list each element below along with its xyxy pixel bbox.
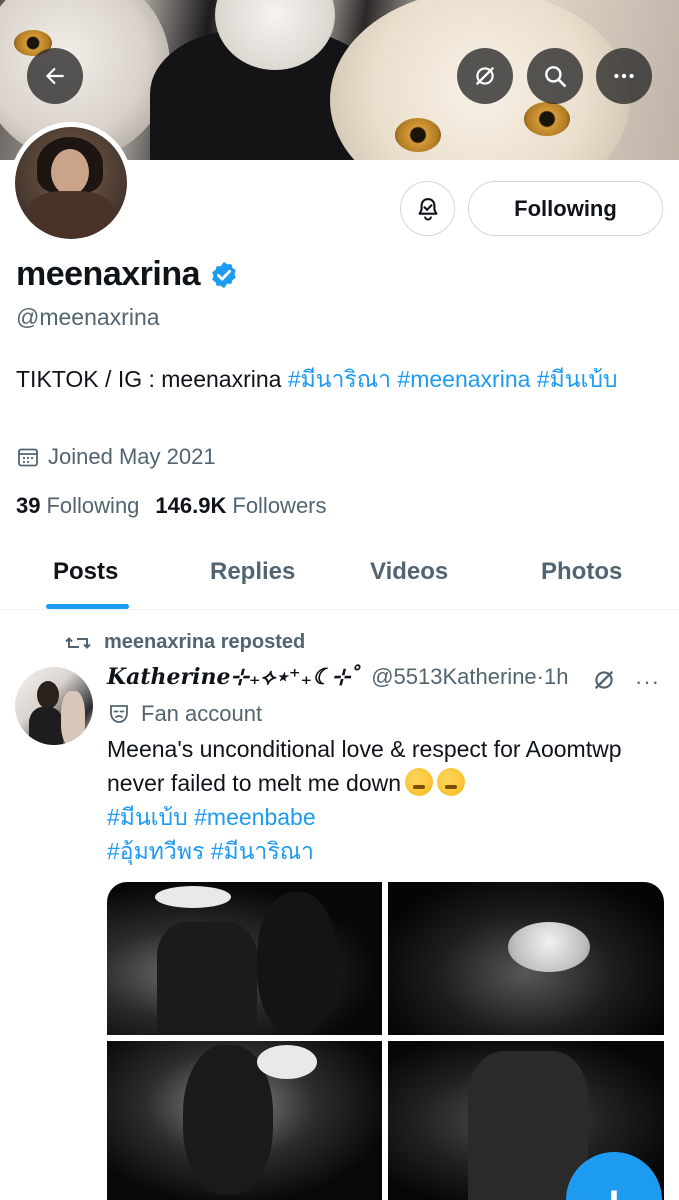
search-icon: [545, 66, 567, 88]
photo-figure-suit: [157, 922, 257, 1035]
avatar-figure-second: [61, 691, 85, 745]
post-author-handle[interactable]: @5513Katherine: [371, 664, 536, 690]
active-tab-indicator: [46, 604, 129, 609]
avatar-figure-head: [37, 681, 59, 709]
post-time[interactable]: ·1h: [537, 664, 569, 690]
follow-stats: 39 Following 146.9K Followers: [16, 493, 343, 519]
tab-photos[interactable]: Photos: [541, 558, 622, 586]
repost-icon: [65, 636, 91, 649]
bio-hashtags[interactable]: #มีนาริณา #meenaxrina #มีนเบ้บ: [288, 366, 618, 392]
photo-figure-suit: [468, 1051, 588, 1200]
melting-face-emoji: [405, 768, 434, 796]
avatar-figure-body: [29, 707, 63, 745]
profile-bio: TIKTOK / IG : meenaxrina #มีนาริณา #meen…: [16, 362, 666, 396]
display-name: meenaxrina: [16, 255, 239, 294]
repost-label: meenaxrina reposted: [104, 631, 306, 653]
post-author-avatar[interactable]: [15, 667, 93, 745]
photo-figure-hat: [257, 1045, 317, 1079]
post-photo-2[interactable]: [388, 882, 664, 1035]
post-photo-3[interactable]: [107, 1041, 382, 1200]
tab-videos[interactable]: Videos: [370, 558, 448, 586]
more-horizontal-icon: [614, 73, 634, 79]
melting-face-emoji: [437, 768, 466, 796]
back-button[interactable]: [27, 48, 83, 104]
following-count-link[interactable]: 39 Following: [16, 493, 139, 519]
following-label: Following: [46, 493, 140, 518]
display-name-text: meenaxrina: [16, 255, 201, 293]
banner-cat-eye: [395, 118, 441, 152]
search-button[interactable]: [527, 48, 583, 104]
followers-count-link[interactable]: 146.9K Followers: [155, 493, 326, 519]
post-author-name[interactable]: 𝑲𝒂𝒕𝒉𝒆𝒓𝒊𝒏𝒆⊹₊⟡⋆⁺₊☾⊹˚: [107, 664, 361, 690]
photo-figure-hair: [257, 892, 337, 1035]
tab-replies[interactable]: Replies: [210, 558, 295, 586]
post-text: Meena's unconditional love & respect for…: [107, 736, 622, 796]
profile-tabs: Posts Replies Videos Photos: [0, 540, 679, 610]
post-photo-1[interactable]: [107, 882, 382, 1035]
photo-figure-hat: [155, 886, 231, 908]
joined-date: Joined May 2021: [16, 444, 216, 470]
profile-handle: @meenaxrina: [16, 304, 160, 330]
verified-badge-icon[interactable]: [209, 260, 239, 290]
avatar-face: [51, 149, 89, 195]
grok-slash-icon[interactable]: [591, 667, 617, 693]
bio-text: TIKTOK / IG : meenaxrina: [16, 366, 288, 392]
grok-button[interactable]: [457, 48, 513, 104]
avatar-chair: [29, 191, 113, 237]
post-media-grid: [107, 882, 664, 1200]
repost-indicator[interactable]: meenaxrina reposted: [65, 631, 305, 654]
bell-notification-icon: [418, 197, 437, 220]
fan-account-text: Fan account: [141, 701, 263, 726]
fan-account-label: Fan account: [107, 701, 262, 727]
tab-posts[interactable]: Posts: [53, 558, 118, 586]
post-more-button[interactable]: ···: [635, 669, 660, 695]
post-hashtags-line2[interactable]: #อุ้มทวีพร #มีนาริณา: [107, 838, 314, 864]
banner-cat-eye: [524, 102, 570, 136]
post-header: 𝑲𝒂𝒕𝒉𝒆𝒓𝒊𝒏𝒆⊹₊⟡⋆⁺₊☾⊹˚ @5513Katherine ·1h: [107, 664, 568, 690]
avatar-photo: [15, 127, 127, 239]
grok-slash-icon: [476, 67, 494, 85]
followers-count: 146.9K: [155, 493, 227, 518]
more-options-button[interactable]: [596, 48, 652, 104]
post-body: Meena's unconditional love & respect for…: [107, 732, 667, 868]
arrow-left-icon: [45, 67, 64, 85]
calendar-icon: [18, 448, 38, 467]
photo-figure-hat: [508, 922, 590, 972]
joined-text: Joined May 2021: [48, 444, 216, 469]
following-button[interactable]: Following: [468, 181, 663, 236]
post-hashtags-line1[interactable]: #มีนเบ้บ #meenbabe: [107, 804, 316, 830]
masks-icon: [110, 705, 128, 723]
profile-avatar[interactable]: [10, 122, 132, 244]
following-count: 39: [16, 493, 41, 518]
notify-button[interactable]: [400, 181, 455, 236]
followers-label: Followers: [232, 493, 327, 518]
